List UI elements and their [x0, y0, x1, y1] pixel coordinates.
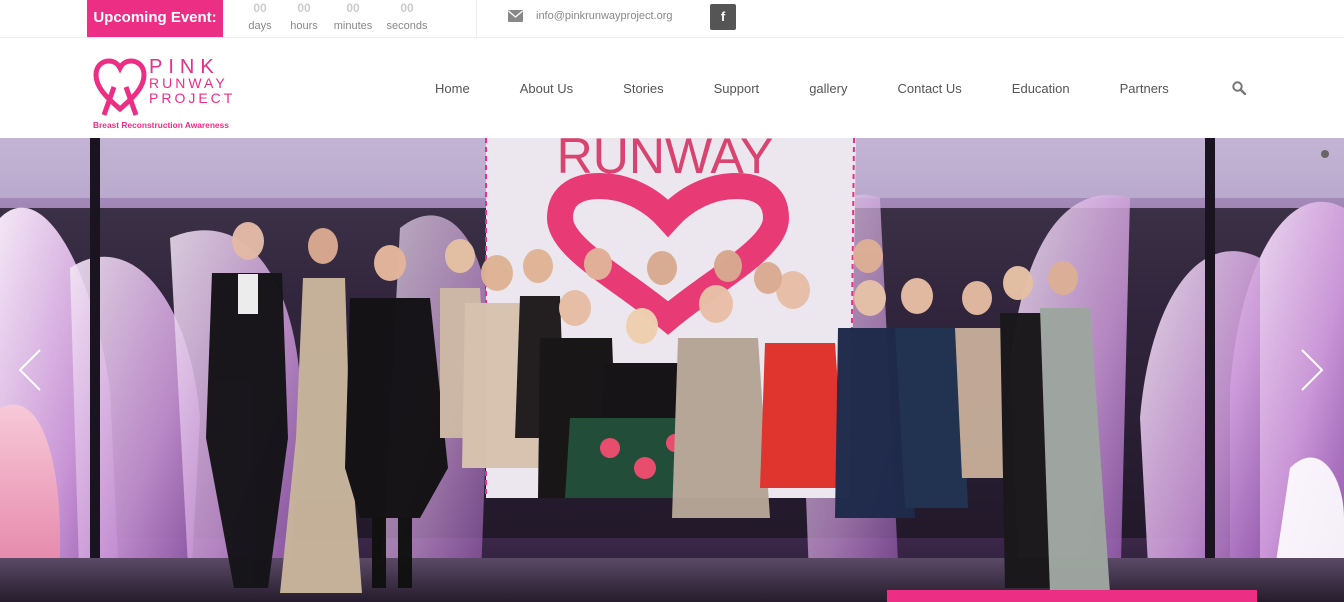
countdown: 00 days 00 hours 00 minutes 00 seconds	[238, 0, 434, 37]
search-icon[interactable]	[1232, 81, 1246, 95]
countdown-seconds-value: 00	[400, 1, 414, 15]
nav-item-partners[interactable]: Partners	[1120, 81, 1169, 96]
nav-item-support[interactable]: Support	[714, 81, 760, 96]
logo-word-pink: PINK	[149, 56, 220, 78]
upcoming-event-badge: Upcoming Event:	[87, 0, 223, 37]
slider-dot[interactable]	[1321, 150, 1329, 158]
countdown-days-label: days	[248, 20, 272, 32]
nav-item-stories[interactable]: Stories	[623, 81, 663, 96]
logo-word-project: PROJECT	[149, 90, 236, 106]
main-nav: Home About Us Stories Support gallery Co…	[410, 38, 1194, 138]
countdown-minutes: 00 minutes	[326, 0, 380, 37]
countdown-seconds-label: seconds	[386, 20, 428, 32]
hero-photo: RUNWAY	[0, 138, 1344, 602]
logo-tagline: Breast Reconstruction Awareness	[93, 120, 229, 130]
facebook-icon[interactable]: f	[710, 4, 736, 30]
countdown-minutes-value: 00	[346, 1, 360, 15]
topbar-divider	[476, 0, 477, 37]
heart-ribbon-logo	[93, 58, 147, 116]
logo-word-runway: RUNWAY	[149, 75, 228, 91]
nav-item-gallery[interactable]: gallery	[809, 81, 847, 96]
site-logo[interactable]: PINK RUNWAY PROJECT Breast Reconstructio…	[92, 57, 242, 130]
chevron-right-icon[interactable]	[1300, 348, 1324, 392]
countdown-days: 00 days	[238, 0, 282, 37]
pink-call-to-action-strip[interactable]	[887, 590, 1257, 602]
countdown-seconds: 00 seconds	[380, 0, 434, 37]
mail-icon	[508, 10, 523, 22]
hero-slider: RUNWAY	[0, 138, 1344, 602]
nav-item-education[interactable]: Education	[1012, 81, 1070, 96]
countdown-hours: 00 hours	[282, 0, 326, 37]
nav-item-home[interactable]: Home	[435, 81, 470, 96]
nav-item-about-us[interactable]: About Us	[520, 81, 573, 96]
top-bar: Upcoming Event: 00 days 00 hours 00 minu…	[0, 0, 1344, 38]
site-header: PINK RUNWAY PROJECT Breast Reconstructio…	[0, 38, 1344, 138]
countdown-minutes-label: minutes	[333, 20, 373, 32]
countdown-hours-label: hours	[290, 20, 318, 32]
email-link[interactable]: info@pinkrunwayproject.org	[536, 10, 673, 22]
countdown-days-value: 00	[253, 1, 267, 15]
nav-item-contact-us[interactable]: Contact Us	[897, 81, 961, 96]
countdown-hours-value: 00	[297, 1, 311, 15]
chevron-left-icon[interactable]	[18, 348, 42, 392]
